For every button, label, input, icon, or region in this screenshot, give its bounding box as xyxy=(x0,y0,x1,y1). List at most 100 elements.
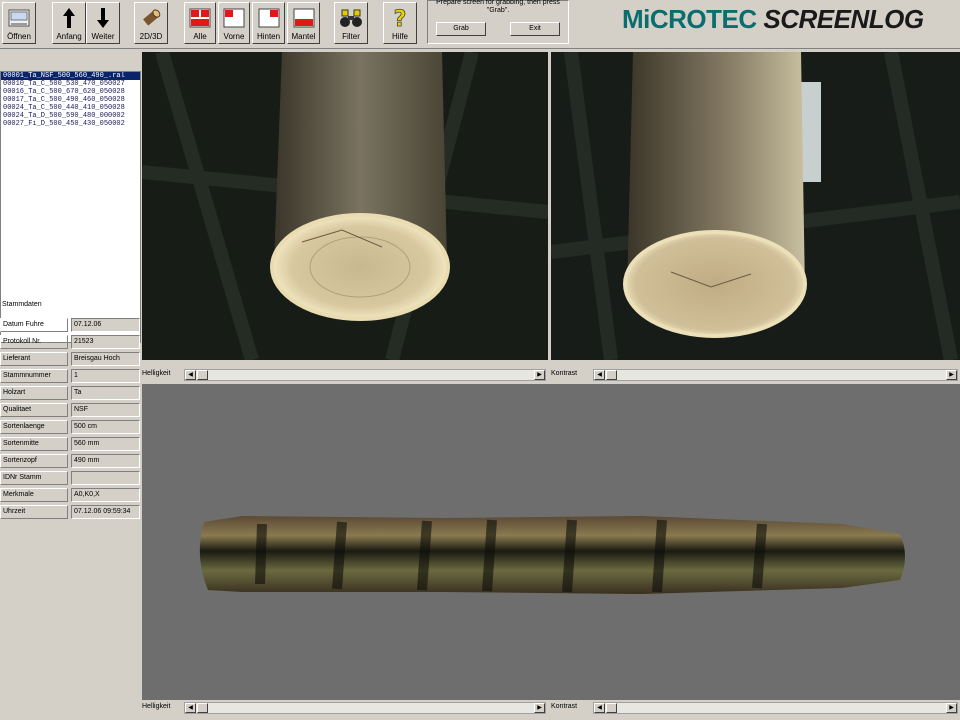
brightness-scroll-row-bottom: Helligkeit ◀ ▶ xyxy=(142,701,548,715)
brightness-scroll-row-top: Helligkeit ◀ ▶ xyxy=(142,368,548,382)
property-label: Sortenzopf xyxy=(0,454,68,468)
left-panel: 00001_Ta_NSF_500_560_490_.ral 00010_Ta_C… xyxy=(0,49,141,720)
stammdaten-title: Stammdaten xyxy=(2,301,42,308)
brightness-slider-thumb[interactable] xyxy=(197,703,208,713)
grab-panel: Prepare screen for grabbing, then press … xyxy=(427,0,569,44)
list-item[interactable]: 00016_Ta_C_500_670_620_050028 xyxy=(1,88,140,96)
list-item[interactable]: 00024_Ta_C_500_440_410_050028 xyxy=(1,104,140,112)
property-row: Protokoll Nr. 21523 xyxy=(0,334,141,351)
contrast-slider-thumb[interactable] xyxy=(606,703,617,713)
property-row: Datum Fuhre 07.12.06 xyxy=(0,317,141,334)
first-button[interactable]: Anfang xyxy=(52,2,86,44)
brightness-slider[interactable]: ◀ ▶ xyxy=(184,369,546,381)
scroll-left-arrow-icon[interactable]: ◀ xyxy=(185,703,196,713)
property-row: Sortenmitte 560 mm xyxy=(0,436,141,453)
scroll-right-arrow-icon[interactable]: ▶ xyxy=(946,703,957,713)
grab-message: Prepare screen for grabbing, then press … xyxy=(436,0,560,14)
back-end-view xyxy=(551,52,960,360)
property-value: 07.12.06 xyxy=(71,318,140,332)
property-row: Stammnummer 1 xyxy=(0,368,141,385)
open-label: Öffnen xyxy=(7,32,31,41)
contrast-slider-bottom[interactable]: ◀ ▶ xyxy=(593,702,958,714)
all-views-label: Alle xyxy=(193,32,207,41)
property-value: 560 mm xyxy=(71,437,140,451)
list-item[interactable]: 00010_Ta_C_500_530_470_050027 xyxy=(1,80,140,88)
filter-button[interactable]: Filter xyxy=(334,2,368,44)
open-button[interactable]: Öffnen xyxy=(2,2,36,44)
scroll-right-arrow-icon[interactable]: ▶ xyxy=(946,370,957,380)
contrast-slider[interactable]: ◀ ▶ xyxy=(593,369,958,381)
property-value: 07.12.06 09:59:34 xyxy=(71,505,140,519)
exit-button[interactable]: Exit xyxy=(510,22,560,36)
log-front-image xyxy=(142,52,548,360)
property-label: Datum Fuhre xyxy=(0,318,68,332)
brand-logo: MiCROTEC SCREENLOG xyxy=(622,2,924,36)
svg-text:?: ? xyxy=(394,7,407,30)
back-view-button[interactable]: Hinten xyxy=(252,2,285,44)
mantle-view-icon xyxy=(288,3,319,32)
log-mantle-image xyxy=(199,516,905,594)
2d-3d-button[interactable]: 2D/3D xyxy=(134,2,168,44)
property-value: Ta xyxy=(71,386,140,400)
mantle-view-label: Mantel xyxy=(291,32,316,41)
property-row: Sortenzopf 490 mm xyxy=(0,453,141,470)
scroll-left-arrow-icon[interactable]: ◀ xyxy=(185,370,196,380)
front-end-view xyxy=(142,52,548,360)
all-views-icon xyxy=(185,3,215,32)
help-button[interactable]: ? Hilfe xyxy=(383,2,417,44)
back-view-icon xyxy=(253,3,284,32)
property-label: Merkmale xyxy=(0,488,68,502)
list-item[interactable]: 00001_Ta_NSF_500_560_490_.ral xyxy=(1,72,140,80)
property-row: Holzart Ta xyxy=(0,385,141,402)
open-folder-icon xyxy=(3,3,35,32)
list-item[interactable]: 00027_Fi_D_500_450_430_050002 xyxy=(1,120,140,128)
property-row: Qualitaet NSF xyxy=(0,402,141,419)
back-view-label: Hinten xyxy=(256,32,281,41)
brightness-slider-thumb[interactable] xyxy=(197,370,208,380)
scroll-right-arrow-icon[interactable]: ▶ xyxy=(534,370,545,380)
arrow-down-icon xyxy=(87,3,119,32)
property-value: NSF xyxy=(71,403,140,417)
property-value: 490 mm xyxy=(71,454,140,468)
property-label: Qualitaet xyxy=(0,403,68,417)
all-views-button[interactable]: Alle xyxy=(184,2,216,44)
2d-3d-label: 2D/3D xyxy=(139,32,163,41)
property-row: Merkmale A0,K0,X xyxy=(0,487,141,504)
front-view-button[interactable]: Vorne xyxy=(218,2,250,44)
scroll-left-arrow-icon[interactable]: ◀ xyxy=(594,703,605,713)
log-back-image xyxy=(551,52,960,360)
front-view-icon xyxy=(219,3,249,32)
next-button[interactable]: Weiter xyxy=(86,2,120,44)
mantle-view-button[interactable]: Mantel xyxy=(287,2,320,44)
scroll-left-arrow-icon[interactable]: ◀ xyxy=(594,370,605,380)
property-label: Stammnummer xyxy=(0,369,68,383)
help-icon: ? xyxy=(384,3,416,32)
brightness-label-bottom: Helligkeit xyxy=(142,703,171,710)
stammdaten-table: Datum Fuhre 07.12.06 Protokoll Nr. 21523 L… xyxy=(0,317,141,521)
contrast-label: Kontrast xyxy=(551,370,578,377)
property-label: Sortenmitte xyxy=(0,437,68,451)
property-row: IDNr Stamm xyxy=(0,470,141,487)
arrow-up-icon xyxy=(53,3,85,32)
mantle-view xyxy=(142,384,960,700)
log-icon xyxy=(135,3,167,32)
scroll-right-arrow-icon[interactable]: ▶ xyxy=(534,703,545,713)
property-label: Uhrzeit xyxy=(0,505,68,519)
property-value: A0,K0,X xyxy=(71,488,140,502)
brand-screenlog: SCREENLOG xyxy=(763,4,924,34)
toolbar: Öffnen Anfang Weiter 2D/3D Alle Vorne Hi… xyxy=(0,0,960,49)
help-label: Hilfe xyxy=(391,32,408,41)
property-label: Holzart xyxy=(0,386,68,400)
brightness-slider-bottom[interactable]: ◀ ▶ xyxy=(184,702,546,714)
list-item[interactable]: 00024_Ta_D_500_590_480_000002 xyxy=(1,112,140,120)
contrast-scroll-row-top: Kontrast ◀ ▶ xyxy=(551,368,960,382)
contrast-slider-thumb[interactable] xyxy=(606,370,617,380)
list-item[interactable]: 00017_Ta_C_500_490_460_050028 xyxy=(1,96,140,104)
property-label: Lieferant xyxy=(0,352,68,366)
property-label: IDNr Stamm xyxy=(0,471,68,485)
property-label: Sortenlaenge xyxy=(0,420,68,434)
filter-label: Filter xyxy=(342,32,360,41)
property-row: Sortenlaenge 500 cm xyxy=(0,419,141,436)
property-row: Uhrzeit 07.12.06 09:59:34 xyxy=(0,504,141,521)
grab-button[interactable]: Grab xyxy=(436,22,486,36)
